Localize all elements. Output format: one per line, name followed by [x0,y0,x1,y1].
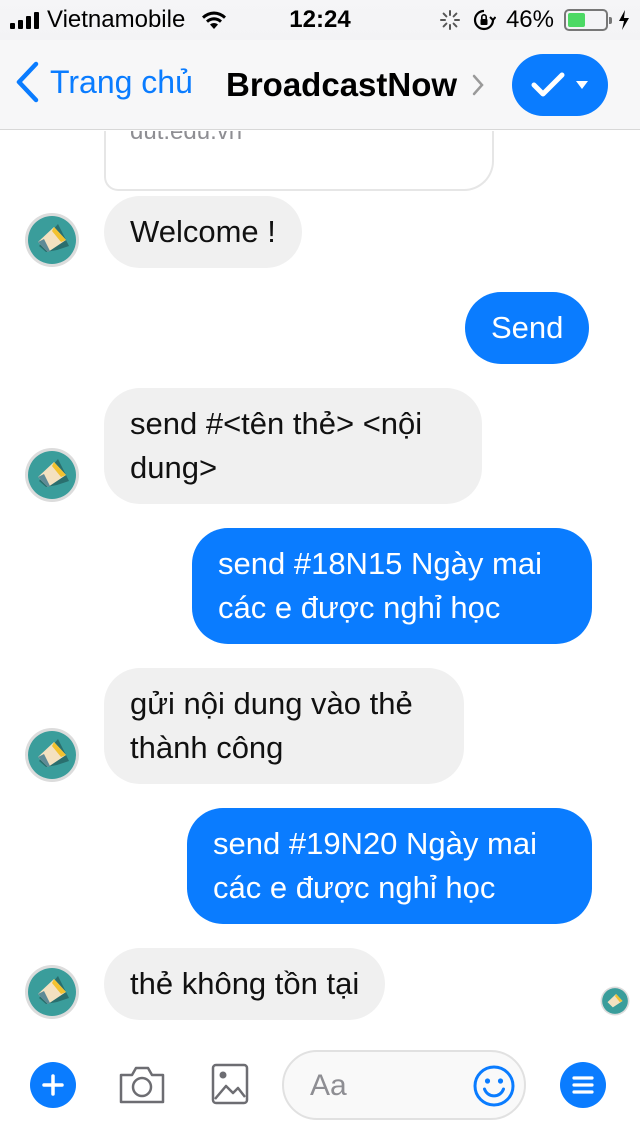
bot-avatar[interactable] [24,964,80,1020]
status-bar: Vietnamobile 12:24 46% [0,0,640,40]
message-line: send #18N15 Ngày mai [218,546,542,581]
message-line: gửi nội dung vào thẻ [130,686,413,721]
link-preview-card[interactable]: dut.edu.vn [104,131,494,191]
link-domain: dut.edu.vn [130,131,243,145]
menu-icon [572,1076,594,1094]
message-line: dung> [130,450,218,485]
message-input[interactable] [310,1066,460,1106]
menu-button[interactable] [560,1062,606,1108]
image-icon[interactable] [210,1062,250,1106]
message-line: các e được nghỉ học [218,590,501,625]
message-bubble-incoming[interactable]: thẻ không tồn tại [104,948,386,1020]
message-line: thành công [130,730,284,765]
chevron-left-icon [16,61,39,103]
message-text: thẻ không tồn tại [130,966,360,1001]
composer-bar [0,1036,640,1136]
message-line: send #<tên thẻ> <nội [130,406,423,441]
chevron-right-icon [472,74,484,96]
message-bubble-incoming[interactable]: Welcome ! [104,196,302,268]
battery-icon [564,9,612,31]
caret-down-icon [576,81,588,89]
back-label: Trang chủ [50,63,193,100]
message-bubble-incoming[interactable]: send #<tên thẻ> <nội dung> [104,388,482,504]
message-text: Welcome ! [130,214,276,249]
message-bubble-outgoing[interactable]: send #18N15 Ngày mai các e được nghỉ học [192,528,592,644]
message-text: Send [491,310,564,345]
message-bubble-incoming[interactable]: gửi nội dung vào thẻ thành công [104,668,464,784]
charging-icon [619,10,629,30]
check-menu-button[interactable] [512,54,608,116]
chat-area[interactable]: dut.edu.vn Welcome ! Send send #<tên thẻ… [0,131,640,1036]
message-input-container[interactable] [282,1050,526,1120]
plus-icon [42,1074,64,1096]
bot-avatar[interactable] [24,212,80,268]
emoji-icon[interactable] [472,1064,516,1108]
message-bubble-outgoing[interactable]: send #19N20 Ngày mai các e được nghỉ học [187,808,592,924]
more-actions-button[interactable] [30,1062,76,1108]
camera-icon[interactable] [117,1064,167,1106]
message-line: send #19N20 Ngày mai [213,826,537,861]
loading-icon [439,10,460,30]
status-right: 46% [438,6,630,34]
orientation-lock-icon [473,9,496,31]
bot-avatar[interactable] [24,447,80,503]
read-receipt-avatar [600,986,630,1016]
nav-bar: Trang chủ BroadcastNow [0,40,640,130]
message-line: các e được nghỉ học [213,870,496,905]
back-button[interactable]: Trang chủ [14,60,193,104]
thread-title-text: BroadcastNow [226,66,458,103]
battery-fill [568,13,585,27]
check-icon [531,72,565,97]
battery-percent: 46% [505,6,554,33]
thread-title[interactable]: BroadcastNow [226,66,485,104]
bot-avatar[interactable] [24,727,80,783]
message-bubble-outgoing[interactable]: Send [465,292,590,364]
